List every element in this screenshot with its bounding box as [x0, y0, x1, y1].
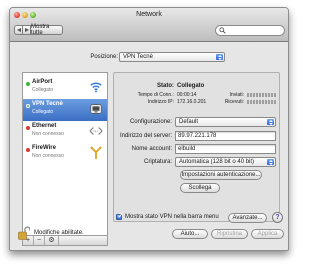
disconnect-button[interactable]: Scollega	[180, 183, 220, 193]
advanced-button[interactable]: Avanzate...	[228, 213, 267, 223]
gear-icon: ⚙	[48, 237, 55, 244]
received-meter	[247, 100, 277, 104]
auth-settings-button[interactable]: Impostazioni autenticazione...	[180, 170, 262, 180]
config-label: Configurazione:	[129, 119, 172, 125]
show-vpn-status-checkbox[interactable]: ✓	[116, 213, 124, 220]
status-dot	[26, 104, 30, 108]
encryption-label: Criptatura:	[143, 159, 172, 165]
popup-arrows-icon	[267, 159, 274, 165]
service-name: AirPort	[32, 79, 53, 85]
network-pane: Posizione: VPN Tecnè AirPort Collegato V…	[10, 43, 288, 250]
show-vpn-status-label: Mostra stato VPN nella barra menu	[125, 214, 219, 220]
service-item-ethernet[interactable]: Ethernet Non connesso	[23, 121, 107, 143]
firewire-icon	[90, 146, 102, 160]
service-item-vpn[interactable]: VPN Tecnè Collegato	[23, 99, 107, 121]
service-status: Collegato	[32, 87, 54, 93]
location-popup[interactable]: VPN Tecnè	[119, 52, 225, 62]
sent-label: Inviati:	[229, 92, 244, 98]
lock-status-text: Modifiche abilitate.	[34, 230, 84, 236]
account-label: Nome account:	[131, 146, 172, 152]
server-label: Indirizzo del server:	[119, 133, 172, 139]
service-status: Non connesso	[32, 153, 64, 159]
service-status: Collegato	[32, 109, 54, 115]
service-name: Ethernet	[32, 123, 57, 129]
ethernet-icon	[89, 127, 103, 135]
wifi-icon	[90, 82, 102, 93]
service-status: Non connesso	[32, 131, 64, 137]
help-button[interactable]: ?	[272, 212, 283, 223]
popup-arrows-icon	[267, 119, 274, 125]
service-list-toolbar: + − ⚙	[22, 236, 108, 246]
vpn-icon	[90, 104, 102, 114]
sent-meter	[247, 93, 277, 97]
status-dot	[26, 148, 30, 152]
title-bar: Network Mostra tutte	[10, 8, 288, 42]
location-value: VPN Tecnè	[123, 54, 153, 60]
config-popup[interactable]: Default	[175, 117, 276, 127]
service-name: VPN Tecnè	[32, 101, 63, 107]
encryption-popup[interactable]: Automatica (128 bit o 40 bit)	[175, 157, 276, 167]
ip-value: 172.16.0.201	[177, 99, 207, 105]
forward-arrow-icon	[24, 28, 29, 32]
service-item-airport[interactable]: AirPort Collegato	[23, 77, 107, 99]
config-value: Default	[179, 119, 199, 125]
service-details-panel: Stato: Collegato Tempo di Conn.: 00:00:1…	[113, 72, 280, 222]
service-item-firewire[interactable]: FireWire Non connesso	[23, 143, 107, 165]
show-all-button[interactable]: Mostra tutte	[30, 24, 63, 36]
ip-label: Indirizzo IP:	[147, 99, 174, 105]
window-title: Network	[136, 11, 162, 18]
received-label: Ricevuti:	[224, 99, 244, 105]
service-action-button[interactable]: ⚙	[45, 236, 59, 245]
remove-service-button[interactable]: −	[34, 236, 45, 245]
back-arrow-icon	[16, 28, 21, 32]
status-label: Stato:	[157, 83, 174, 89]
network-window: Network Mostra tutte Posizione: VPN Tecn…	[9, 7, 289, 251]
service-name: FireWire	[32, 145, 56, 151]
search-field[interactable]	[215, 25, 285, 36]
account-name-field[interactable]: elbuild	[175, 144, 276, 154]
apply-button[interactable]: Applica	[251, 229, 284, 239]
server-address-field[interactable]: 89.97.221.178	[175, 131, 276, 141]
encryption-value: Automatica (128 bit o 40 bit)	[179, 159, 255, 165]
location-label: Posizione:	[90, 54, 118, 60]
revert-button[interactable]: Ripristina	[211, 229, 248, 239]
status-value: Collegato	[177, 83, 205, 89]
status-dot	[26, 126, 30, 130]
service-list: AirPort Collegato VPN Tecnè Collegato Et…	[22, 72, 108, 236]
connect-time-value: 00:00:14	[177, 92, 197, 98]
connect-time-label: Tempo di Conn.:	[137, 92, 174, 98]
lock-open-icon[interactable]	[18, 226, 30, 240]
popup-arrows-icon	[216, 54, 223, 60]
search-icon	[219, 27, 226, 34]
checkmark-icon: ✓	[117, 213, 124, 220]
assist-button[interactable]: Aiuto...	[172, 229, 208, 239]
status-dot	[26, 82, 30, 86]
